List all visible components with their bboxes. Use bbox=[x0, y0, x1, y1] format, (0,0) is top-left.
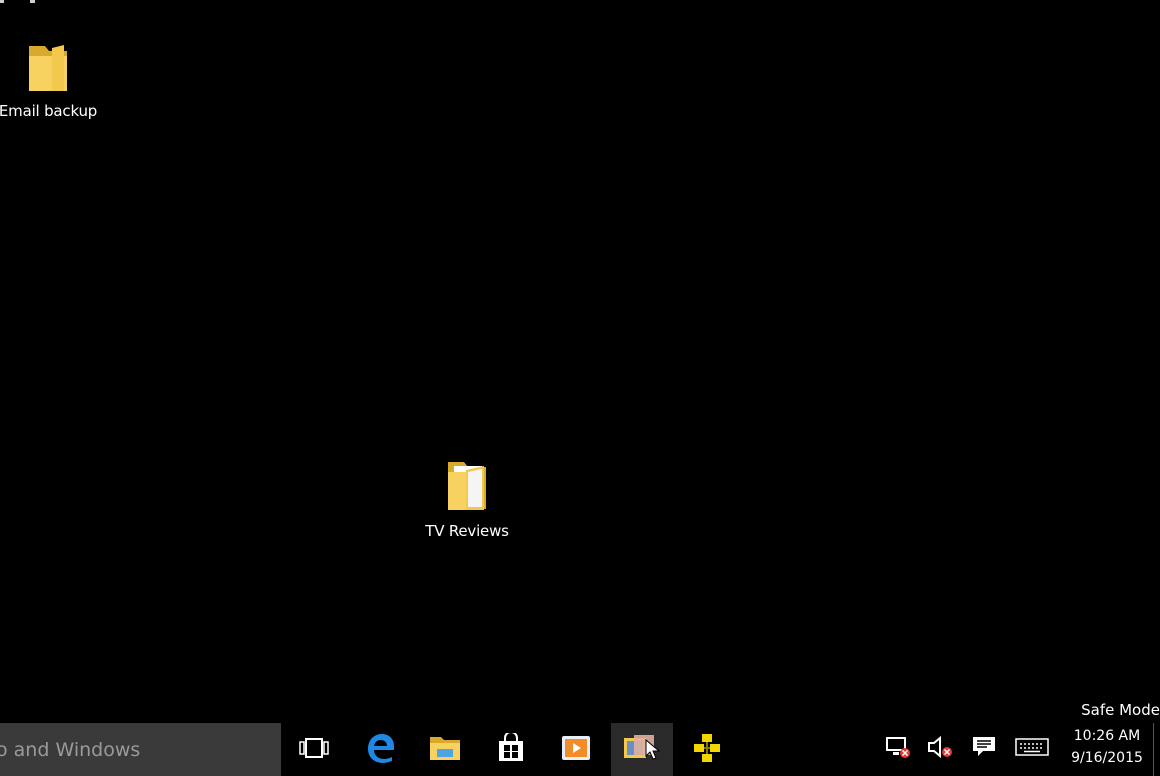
keyboard-tray-button[interactable] bbox=[1014, 735, 1050, 763]
edge-button[interactable] bbox=[349, 723, 411, 776]
show-desktop-button[interactable] bbox=[1153, 723, 1160, 776]
cropped-window-edge bbox=[0, 0, 40, 4]
store-icon bbox=[496, 730, 526, 767]
clock-date: 9/16/2015 bbox=[1071, 750, 1143, 766]
clock-time: 10:26 AM bbox=[1073, 728, 1141, 744]
clock[interactable]: 10:26 AM 9/16/2015 bbox=[1064, 725, 1150, 769]
search-placeholder: o and Windows bbox=[0, 738, 141, 761]
media-player-button[interactable] bbox=[545, 723, 607, 776]
desktop-icon-tv-reviews[interactable]: TV Reviews bbox=[420, 456, 514, 540]
network-app-button[interactable] bbox=[676, 723, 738, 776]
folder-open-icon bbox=[444, 456, 490, 518]
task-view-button[interactable] bbox=[283, 723, 345, 776]
photos-icon bbox=[622, 732, 662, 768]
network-disconnected-icon bbox=[884, 735, 912, 763]
folder-icon bbox=[26, 38, 70, 98]
photos-button[interactable] bbox=[611, 723, 673, 776]
desktop-icon-label: TV Reviews bbox=[425, 522, 509, 540]
file-explorer-icon bbox=[429, 734, 461, 766]
task-view-icon bbox=[299, 737, 329, 763]
action-center-icon bbox=[971, 735, 997, 763]
volume-tray-button[interactable] bbox=[926, 735, 954, 763]
edge-icon bbox=[365, 733, 395, 767]
desktop[interactable]: Email backup TV Reviews Safe Mode o and … bbox=[0, 0, 1160, 776]
media-player-icon bbox=[561, 734, 591, 766]
store-button[interactable] bbox=[480, 723, 542, 776]
desktop-icon-email-backup[interactable]: Email backup bbox=[0, 38, 98, 120]
network-app-icon bbox=[691, 733, 723, 767]
safe-mode-watermark: Safe Mode bbox=[1081, 701, 1160, 719]
desktop-icon-label: Email backup bbox=[0, 102, 98, 120]
search-input[interactable]: o and Windows bbox=[0, 723, 281, 776]
volume-muted-icon bbox=[926, 735, 954, 763]
keyboard-icon bbox=[1015, 737, 1049, 761]
action-center-button[interactable] bbox=[970, 735, 998, 763]
taskbar: o and Windows 10:26 AM 9/16/2015 bbox=[0, 721, 1160, 776]
network-tray-button[interactable] bbox=[884, 735, 912, 763]
file-explorer-button[interactable] bbox=[414, 723, 476, 776]
